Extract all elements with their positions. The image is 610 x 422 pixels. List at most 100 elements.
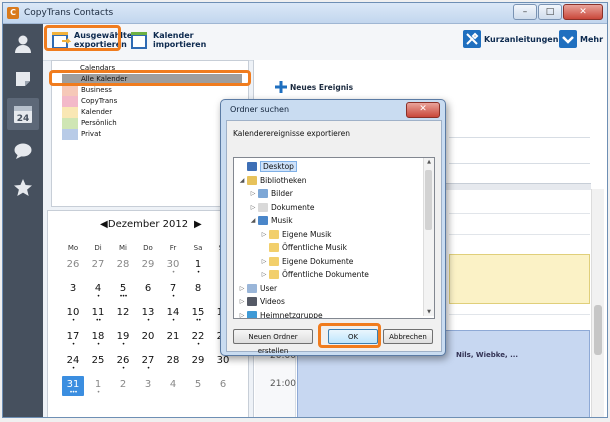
calendar-list-item[interactable]: Persönlich — [62, 118, 242, 129]
expand-arrow-icon[interactable]: ▷ — [249, 190, 257, 197]
calendar-list-label: Kalender — [81, 108, 113, 116]
folder-tree-node[interactable]: ▷ User — [238, 282, 277, 295]
calendar-day[interactable]: 27 — [87, 256, 109, 276]
scroll-up-icon[interactable]: ▲ — [424, 159, 434, 165]
maximize-button[interactable]: □ — [538, 4, 562, 20]
import-calendar-button[interactable]: Kalender importieren — [130, 29, 206, 51]
folder-tree-node[interactable]: Öffentliche Musik — [260, 241, 347, 254]
calendar-day[interactable]: 30 • — [162, 256, 184, 276]
day-number: 6 — [144, 283, 152, 294]
event-block-yellow[interactable] — [449, 254, 590, 304]
guides-button[interactable]: Kurzanleitungen — [463, 30, 558, 48]
expand-arrow-icon[interactable]: ▷ — [238, 312, 246, 319]
nav-contacts[interactable] — [7, 28, 39, 60]
folder-tree-node[interactable]: ▷ Videos — [238, 295, 285, 308]
calendar-day[interactable]: 26 — [62, 256, 84, 276]
day-number: 6 — [219, 379, 227, 390]
expand-arrow-icon[interactable]: ◢ — [249, 217, 257, 224]
calendar-day[interactable]: 13 • — [137, 304, 159, 324]
expand-arrow-icon[interactable]: ▷ — [238, 285, 246, 292]
calendar-day[interactable]: 22 • — [187, 328, 209, 348]
folder-tree-node[interactable]: ▷ Öffentliche Dokumente — [260, 268, 369, 281]
calendar-day[interactable]: 3 — [62, 280, 84, 300]
folder-tree[interactable]: Desktop ◢ Bibliotheken ▷ Bilder ▷ Dokumente ◢ Mu… — [233, 157, 435, 319]
calendar-day[interactable]: 11 •• — [87, 304, 109, 324]
calendar-day[interactable]: 3 — [137, 376, 159, 396]
nav-messages[interactable] — [7, 135, 39, 167]
expand-arrow-icon[interactable]: ▷ — [249, 204, 257, 211]
calendar-day[interactable]: 6 — [137, 280, 159, 300]
folder-label: Bibliotheken — [260, 175, 307, 185]
nav-calendar[interactable]: 24 — [7, 98, 39, 130]
folder-icon — [269, 243, 279, 252]
calendar-day[interactable]: 2 — [112, 376, 134, 396]
calendar-list-item[interactable]: Privat — [62, 129, 242, 140]
folder-tree-node[interactable]: ▷ Eigene Musik — [260, 228, 332, 241]
day-number: 26 — [66, 259, 80, 270]
folder-tree-node[interactable]: ▷ Heimnetzgruppe — [238, 309, 323, 319]
new-event-button[interactable]: Neues Ereignis — [275, 81, 353, 93]
calendar-day[interactable]: 24 • — [62, 352, 84, 372]
expand-arrow-icon[interactable]: ◢ — [238, 177, 246, 184]
tree-scroll-thumb[interactable] — [425, 170, 432, 230]
minimize-button[interactable]: – — [513, 4, 537, 20]
expand-arrow-icon[interactable]: ▷ — [238, 298, 246, 305]
calendar-day[interactable]: 27 • — [137, 352, 159, 372]
main-scrollbar[interactable] — [591, 189, 604, 417]
cancel-button[interactable]: Abbrechen — [383, 329, 433, 344]
calendar-day[interactable]: 1 • — [87, 376, 109, 396]
calendar-list-item[interactable]: Business — [62, 85, 242, 96]
person-icon — [15, 35, 31, 53]
calendar-day[interactable]: 6 — [212, 376, 234, 396]
calendar-day[interactable]: 7 • — [162, 280, 184, 300]
expand-arrow-icon[interactable]: ▷ — [260, 231, 268, 238]
calendar-day[interactable]: 12 — [112, 304, 134, 324]
calendar-day[interactable]: 20 — [137, 328, 159, 348]
tree-scrollbar[interactable]: ▲ ▼ — [423, 158, 434, 316]
calendar-day[interactable]: 1 • — [187, 256, 209, 276]
calendar-day[interactable]: 19 • — [112, 328, 134, 348]
calendar-list-item[interactable]: CopyTrans — [62, 96, 242, 107]
folder-tree-node[interactable]: ▷ Eigene Dokumente — [260, 255, 353, 268]
calendar-day[interactable]: 15 •• — [187, 304, 209, 324]
calendar-day[interactable]: 21 — [162, 328, 184, 348]
calendar-day[interactable]: 28 — [112, 256, 134, 276]
next-month-button[interactable]: ▶ — [194, 219, 202, 230]
calendar-day[interactable]: 5 ••• — [112, 280, 134, 300]
close-window-button[interactable]: ✕ — [563, 4, 603, 20]
dialog-close-button[interactable]: ✕ — [406, 102, 440, 118]
calendar-day[interactable]: 17 • — [62, 328, 84, 348]
nav-notes[interactable] — [7, 63, 39, 95]
calendar-day[interactable]: 31 ••• — [62, 376, 84, 396]
calendar-day[interactable]: 25 — [87, 352, 109, 372]
folder-tree-node[interactable]: ◢ Bibliotheken — [238, 174, 307, 187]
folder-label: Öffentliche Musik — [282, 243, 347, 252]
calendar-day[interactable]: 4 • — [87, 280, 109, 300]
calendar-day[interactable]: 4 — [162, 376, 184, 396]
calendar-day[interactable]: 29 — [137, 256, 159, 276]
calendar-list-item[interactable]: Kalender — [62, 107, 242, 118]
calendar-day[interactable]: 29 — [187, 352, 209, 372]
scroll-down-icon[interactable]: ▼ — [424, 309, 434, 315]
event-indicator: • — [146, 365, 151, 372]
folder-tree-node[interactable]: ▷ Dokumente — [249, 201, 314, 214]
expand-arrow-icon[interactable]: ▷ — [260, 271, 268, 278]
calendar-day[interactable]: 14 • — [162, 304, 184, 324]
new-folder-button[interactable]: Neuen Ordner erstellen — [233, 329, 313, 355]
day-number: 20 — [141, 331, 155, 342]
scroll-thumb[interactable] — [594, 305, 602, 355]
folder-tree-node[interactable]: ◢ Musik — [249, 214, 293, 227]
folder-tree-node[interactable]: ▷ Bilder — [249, 187, 293, 200]
title-bar[interactable]: C CopyTrans Contacts – □ ✕ — [3, 3, 607, 24]
event-indicator: • — [96, 293, 101, 300]
calendar-day[interactable]: 26 • — [112, 352, 134, 372]
calendar-day[interactable]: 8 — [187, 280, 209, 300]
more-button[interactable]: Mehr — [559, 30, 603, 48]
expand-arrow-icon[interactable]: ▷ — [260, 258, 268, 265]
calendar-day[interactable]: 18 • — [87, 328, 109, 348]
nav-favorites[interactable] — [7, 172, 39, 204]
folder-tree-node[interactable]: Desktop — [238, 160, 297, 173]
calendar-day[interactable]: 28 — [162, 352, 184, 372]
calendar-day[interactable]: 10 • — [62, 304, 84, 324]
calendar-day[interactable]: 5 — [187, 376, 209, 396]
